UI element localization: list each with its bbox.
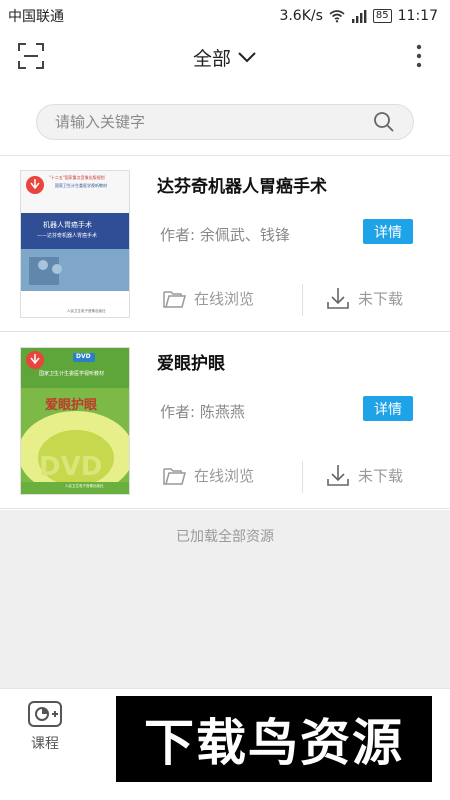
folder-icon — [163, 468, 186, 485]
browse-label: 在线浏览 — [194, 289, 255, 308]
cover-dvd: DVD — [39, 452, 103, 482]
book-cover: DVD 国家卫生计生委医学视听教材 爱眼护眼 DVD 人民卫生电子音像出版社 — [20, 347, 130, 495]
category-title: 全部 — [192, 47, 231, 70]
browse-label: 在线浏览 — [194, 466, 255, 485]
item-author: 作者: 余佩武、钱锋 — [160, 226, 290, 244]
carrier-label: 中国联通 — [8, 9, 64, 25]
download-button[interactable]: 未下载 — [326, 463, 403, 487]
clock: 11:17 — [397, 8, 438, 24]
cover-subtitle: ——达芬奇机器人胃癌手术 — [37, 233, 98, 239]
download-label: 未下载 — [358, 466, 404, 485]
action-divider — [302, 461, 303, 493]
watermark: 下载鸟资源 — [116, 696, 432, 782]
chevron-down-icon — [238, 52, 256, 63]
scan-icon[interactable] — [17, 42, 45, 70]
download-button[interactable]: 未下载 — [326, 286, 403, 310]
list-item[interactable]: DVD 国家卫生计生委医学视听教材 爱眼护眼 DVD 人民卫生电子音像出版社 爱… — [0, 333, 450, 509]
status-bar: 中国联通 3.6K/s 85 11:17 — [0, 0, 450, 32]
top-bar: 全部 — [0, 32, 450, 82]
watermark-text: 下载鸟资源 — [144, 714, 404, 772]
cover-title: 爱眼护眼 — [45, 398, 98, 413]
wifi-icon — [329, 10, 345, 23]
cover-series: "十二五"国家重点音像出版规划 — [49, 175, 105, 180]
browse-online-button[interactable]: 在线浏览 — [162, 463, 254, 487]
browse-online-button[interactable]: 在线浏览 — [162, 286, 254, 310]
cover-publisher: 人民卫生电子音像出版社 — [67, 309, 106, 313]
download-label: 未下载 — [358, 289, 404, 308]
detail-button[interactable]: 详情 — [363, 396, 413, 421]
search-bar[interactable] — [36, 104, 414, 140]
course-icon — [28, 701, 62, 727]
detail-button[interactable]: 详情 — [363, 219, 413, 244]
folder-icon — [163, 291, 186, 308]
item-title[interactable]: 爱眼护眼 — [157, 349, 225, 374]
network-speed: 3.6K/s — [279, 8, 323, 24]
cover-title: 机器人胃癌手术 — [43, 221, 92, 229]
cover-series: DVD — [76, 353, 91, 360]
all-loaded-text: 已加载全部资源 — [176, 529, 274, 545]
cover-series2: 国家卫生计生委医学视听教材 — [55, 183, 107, 188]
list-item[interactable]: "十二五"国家重点音像出版规划 国家卫生计生委医学视听教材 机器人胃癌手术 ——… — [0, 156, 450, 332]
nav-course-label: 课程 — [31, 736, 59, 752]
cover-series2: 国家卫生计生委医学视听教材 — [39, 371, 105, 377]
cover-image — [21, 171, 129, 317]
search-icon[interactable] — [373, 111, 395, 133]
download-icon — [327, 288, 349, 309]
action-divider — [302, 284, 303, 316]
signal-icon — [351, 10, 367, 23]
battery-indicator: 85 — [372, 9, 392, 23]
item-title[interactable]: 达芬奇机器人胃癌手术 — [157, 172, 327, 197]
cover-publisher: 人民卫生电子音像出版社 — [65, 484, 104, 488]
more-vertical-icon[interactable] — [416, 44, 422, 68]
search-input[interactable] — [55, 113, 373, 131]
item-author: 作者: 陈燕燕 — [160, 403, 245, 421]
download-icon — [327, 465, 349, 486]
category-dropdown[interactable]: 全部 — [193, 44, 257, 71]
nav-item-course[interactable]: 课程 — [22, 701, 68, 753]
status-indicators: 3.6K/s 85 11:17 — [279, 8, 438, 24]
book-cover: "十二五"国家重点音像出版规划 国家卫生计生委医学视听教材 机器人胃癌手术 ——… — [20, 170, 130, 318]
list-footer: 已加载全部资源 — [0, 510, 450, 688]
